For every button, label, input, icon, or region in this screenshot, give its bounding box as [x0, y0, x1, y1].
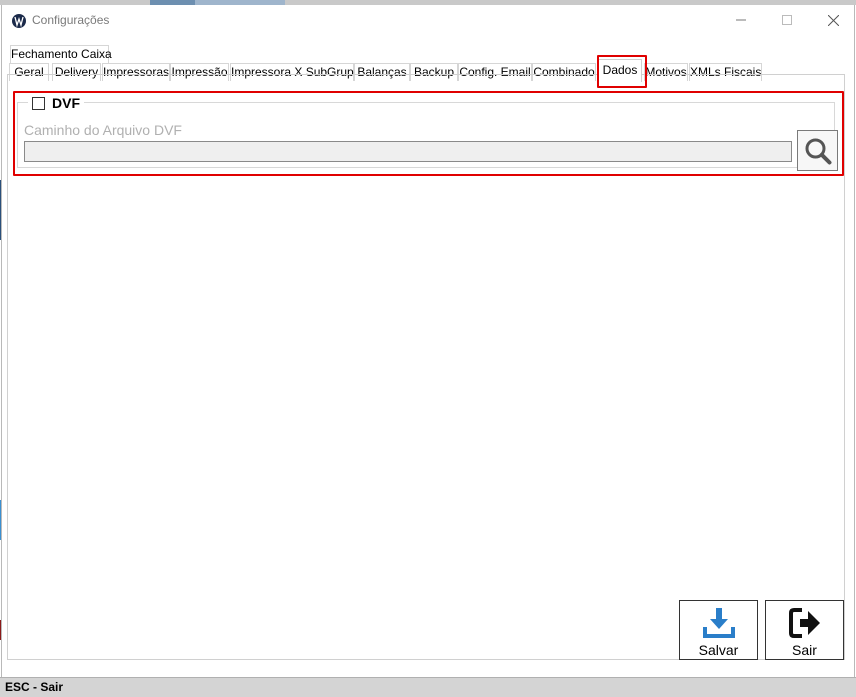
- exit-button[interactable]: Sair: [765, 600, 844, 660]
- title-bar: Configurações: [2, 5, 854, 35]
- background-edge: [0, 620, 1, 640]
- maximize-icon: [782, 15, 792, 25]
- minimize-icon: [736, 19, 746, 21]
- status-text: ESC - Sair: [5, 680, 64, 694]
- save-button[interactable]: Salvar: [679, 600, 758, 660]
- tab-label: Fechamento Caixa: [11, 47, 112, 61]
- close-button[interactable]: [810, 5, 856, 35]
- maximize-button[interactable]: [764, 5, 810, 35]
- exit-icon: [788, 608, 820, 638]
- background-edge: [0, 500, 1, 540]
- save-label: Salvar: [698, 642, 739, 658]
- download-icon: [702, 608, 735, 638]
- highlight-dados-tab: [597, 55, 647, 88]
- tab-fechamento-caixa[interactable]: Fechamento Caixa: [10, 45, 112, 63]
- app-icon: [12, 14, 26, 28]
- exit-label: Sair: [792, 642, 817, 658]
- status-bar: ESC - Sair: [0, 677, 856, 697]
- close-icon: [827, 14, 839, 26]
- minimize-button[interactable]: [718, 5, 764, 35]
- background-edge: [0, 180, 1, 240]
- window-title: Configurações: [32, 13, 110, 27]
- highlight-dvf-section: [13, 91, 844, 176]
